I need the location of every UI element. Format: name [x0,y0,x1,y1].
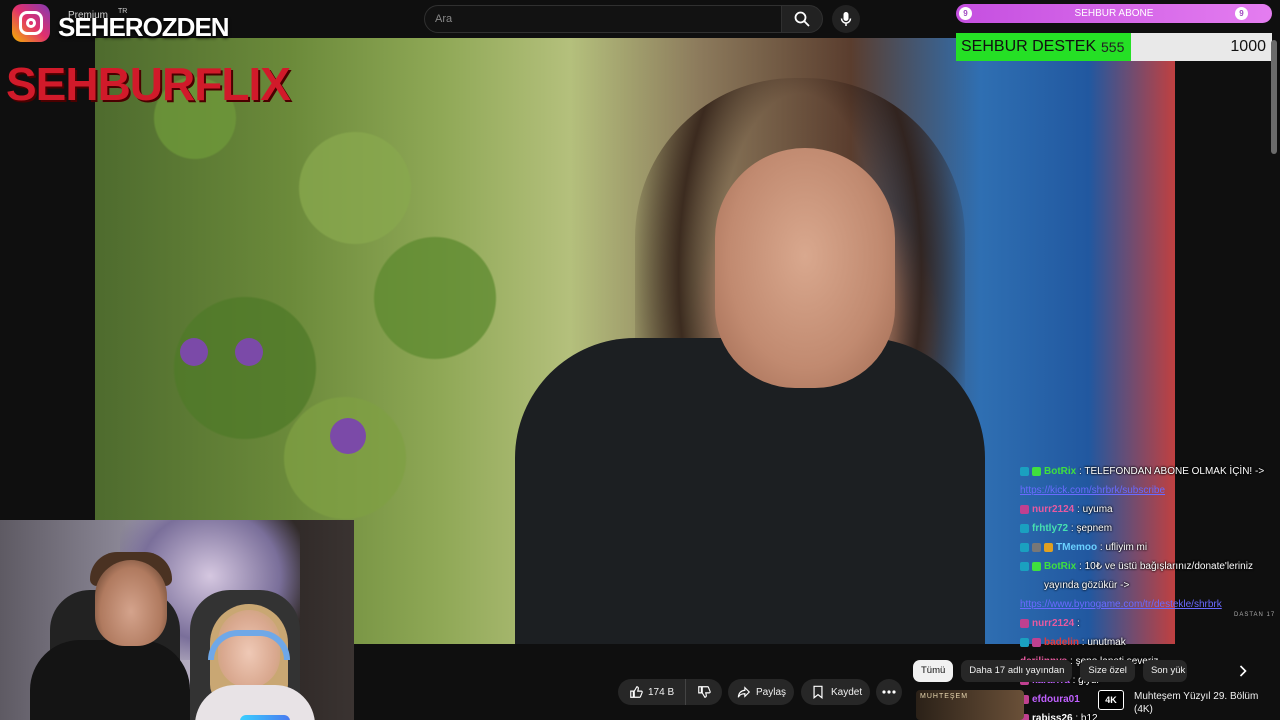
filter-chip[interactable]: Size özel [1080,660,1135,682]
recommended-video-thumbnail[interactable]: MUHTEŞEM [916,690,1024,720]
chat-message-body: https://kick.com/shrbrk/subscribe [1020,481,1165,500]
share-label: Paylaş [756,686,787,698]
chat-message: nurr2124 : uyuma [1020,500,1270,519]
chat-text: : TELEFONDAN ABONE OLMAK İÇİN! -> [1079,466,1265,477]
thumbs-up-icon [630,686,643,698]
donation-goal-target: 1000 [1230,38,1266,55]
video-flower [180,338,208,366]
search-icon [794,11,810,27]
bookmark-icon [813,685,823,699]
like-count: 174 B [648,686,675,698]
chat-message: badelin : unutmak [1020,633,1270,652]
subscriber-goal-end-badge: 9 [1235,7,1248,20]
mic-light [240,715,290,720]
recommended-video-title[interactable]: Muhteşem Yüzyıl 29. Bölüm (4K) [1134,690,1274,716]
chat-username[interactable]: BotRix [1044,561,1076,572]
chat-message-body: BotRix : 10₺ ve üstü bağışlarınız/donate… [1044,557,1270,595]
streamer-head [95,560,167,646]
chat-username[interactable]: badelin [1044,637,1079,648]
chat-text: : uyuma [1077,504,1113,515]
chat-message-body: https://www.bynogame.com/tr/destekle/shr… [1020,595,1222,614]
chat-username[interactable]: nurr2124 [1032,504,1074,515]
video-flower [235,338,263,366]
page-scrollbar[interactable] [1271,40,1277,154]
donation-goal-bar: SEHBUR DESTEK 555 1000 [956,33,1272,61]
screen: Ara DASTAN 17 Premium TR SEHEROZDEN SEHB… [0,0,1280,720]
recommended-video[interactable]: MUHTEŞEM 4K [916,690,1124,720]
chevron-right-icon [1239,665,1247,677]
voice-search-button[interactable] [832,5,860,33]
thumbs-down-icon [698,686,711,698]
brand-logo: SEHBURFLIX [6,58,291,110]
webcam-feed [0,520,354,720]
chat-message: BotRix : TELEFONDAN ABONE OLMAK İÇİN! -> [1020,462,1270,481]
recommendation-filter-chips: Tümü Daha 17 adlı yayından Size özel Son yü… [913,660,1187,682]
chat-message: BotRix : 10₺ ve üstü bağışlarınız/donate… [1020,557,1270,595]
chat-text: : [1077,618,1080,629]
chat-link[interactable]: https://www.bynogame.com/tr/destekle/shr… [1020,599,1222,610]
chips-next-button[interactable] [1234,662,1252,680]
save-button[interactable]: Kaydet [801,679,870,705]
chat-badge-icon [1032,562,1041,571]
thumbnail-title-text: MUHTEŞEM [920,693,969,700]
chat-text: : unutmak [1081,637,1126,648]
chat-text: : şepnem [1070,523,1113,534]
microphone-icon [840,12,852,26]
more-horizontal-icon [882,690,896,694]
chat-message: nurr2124 : [1020,614,1270,633]
chat-badge-icon [1032,638,1041,647]
video-flower [330,418,366,454]
subscriber-goal-label: SEHBUR ABONE [1074,8,1154,19]
video-person-dress [515,338,985,644]
chat-username[interactable]: TMemoo [1056,542,1097,553]
search-input[interactable]: Ara [424,5,782,33]
dislike-button[interactable] [686,679,722,705]
chat-badge-icon [1020,524,1029,533]
chat-badge-icon [1020,505,1029,514]
streamer-body [30,640,190,720]
chat-text: : 10₺ ve üstü bağışlarınız/donate'lerini… [1044,561,1253,591]
chat-message-body: nurr2124 : uyuma [1032,500,1113,519]
chat-message-body: frhtly72 : şepnem [1032,519,1112,538]
chat-message-body: TMemoo : ufliyim mi [1056,538,1147,557]
share-icon [737,686,751,698]
chat-username[interactable]: frhtly72 [1032,523,1068,534]
chat-message-body: nurr2124 : [1032,614,1080,633]
chat-message: https://kick.com/shrbrk/subscribe [1020,481,1270,500]
chat-username[interactable]: BotRix [1044,466,1076,477]
subscriber-goal-start-badge: 9 [959,7,972,20]
chat-username[interactable]: nurr2124 [1032,618,1074,629]
donation-goal-current: 555 [1101,39,1125,55]
quality-badge: 4K [1098,690,1124,710]
share-button[interactable]: Paylaş [728,679,794,705]
chat-badge-icon [1044,543,1053,552]
chat-message: https://www.bynogame.com/tr/destekle/shr… [1020,595,1270,614]
search-button[interactable] [781,5,823,33]
chat-text: : ufliyim mi [1099,542,1148,553]
filter-chip[interactable]: Daha 17 adlı yayından [961,660,1073,682]
chat-message-body: BotRix : TELEFONDAN ABONE OLMAK İÇİN! -> [1044,462,1264,481]
chat-link[interactable]: https://kick.com/shrbrk/subscribe [1020,485,1165,496]
video-person-face [715,148,895,388]
chat-badge-icon [1020,638,1029,647]
chat-badge-icon [1020,543,1029,552]
chat-badge-icon [1020,562,1029,571]
subscriber-goal-bar: 9 SEHBUR ABONE 9 [956,4,1272,23]
chat-badge-icon [1032,543,1041,552]
donation-goal-label: SEHBUR DESTEK [961,38,1097,55]
chat-message: TMemoo : ufliyim mi [1020,538,1270,557]
chat-badge-icon [1020,467,1029,476]
save-label: Kaydet [831,686,863,698]
chat-badge-icon [1020,619,1029,628]
filter-chip[interactable]: Tümü [913,660,954,682]
like-dislike-group: 174 B [618,679,722,705]
filter-chip[interactable]: Son yük [1142,660,1187,682]
channel-name: SEHEROZDEN [58,12,230,42]
instagram-icon [12,4,50,42]
chat-message-body: badelin : unutmak [1044,633,1126,652]
chat-badge-icon [1032,467,1041,476]
more-actions-button[interactable] [876,679,902,705]
like-button[interactable]: 174 B [618,679,686,705]
chat-message: frhtly72 : şepnem [1020,519,1270,538]
